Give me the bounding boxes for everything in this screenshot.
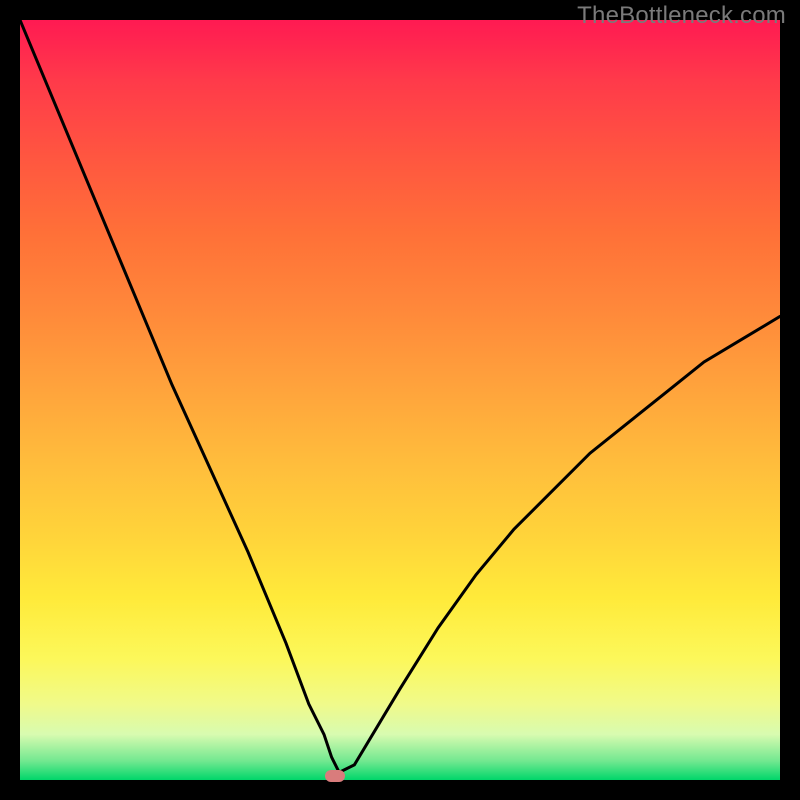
watermark-text: TheBottleneck.com [577, 2, 786, 30]
bottleneck-curve [20, 20, 780, 780]
curve-path [20, 20, 780, 772]
optimum-marker [325, 770, 345, 782]
